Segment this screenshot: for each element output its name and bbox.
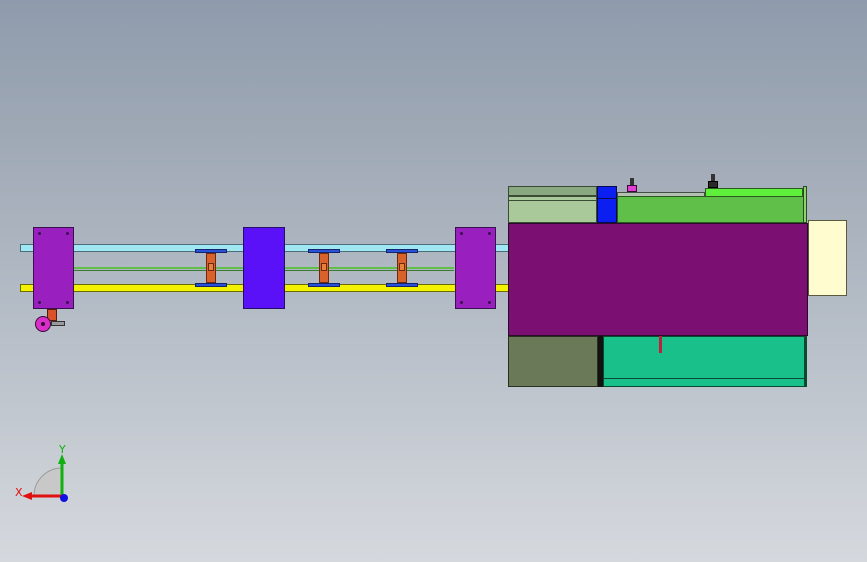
- left-end-plate[interactable]: [33, 227, 74, 309]
- teal-right-edge: [805, 336, 807, 387]
- x-axis-arrow: [22, 492, 32, 500]
- top-grey-green-strip[interactable]: [508, 186, 597, 196]
- blue-block[interactable]: [597, 186, 617, 223]
- graphics-area[interactable]: [0, 0, 867, 562]
- blue-block-divider: [597, 198, 617, 199]
- triad-plane-quadrant: [33, 467, 63, 497]
- small-knob-2-stem: [711, 174, 715, 181]
- olive-block[interactable]: [508, 336, 598, 387]
- small-knob-1-stem: [630, 178, 634, 185]
- center-plate[interactable]: [243, 227, 285, 309]
- handwheel-hub: [41, 322, 45, 326]
- teal-block-line: [603, 378, 805, 379]
- coordinate-triad: [22, 454, 68, 502]
- red-pin[interactable]: [659, 336, 662, 353]
- right-edge-strip[interactable]: [803, 186, 807, 223]
- ibeam-support-2[interactable]: [308, 249, 340, 287]
- small-knob-1[interactable]: [627, 185, 637, 192]
- light-green-block-line: [508, 200, 597, 201]
- z-axis-dot: [60, 494, 68, 502]
- small-knob-2[interactable]: [708, 181, 718, 188]
- triad-x-label: X: [15, 486, 23, 499]
- right-end-plate[interactable]: [455, 227, 496, 309]
- ibeam-support-1[interactable]: [195, 249, 227, 287]
- main-body[interactable]: [508, 223, 808, 336]
- teal-block[interactable]: [603, 336, 805, 387]
- handwheel-handle[interactable]: [51, 321, 65, 326]
- triad-y-label: Y: [59, 443, 66, 456]
- bright-green-block[interactable]: [617, 196, 804, 223]
- ibeam-support-3[interactable]: [386, 249, 418, 287]
- cream-end-block[interactable]: [808, 220, 847, 296]
